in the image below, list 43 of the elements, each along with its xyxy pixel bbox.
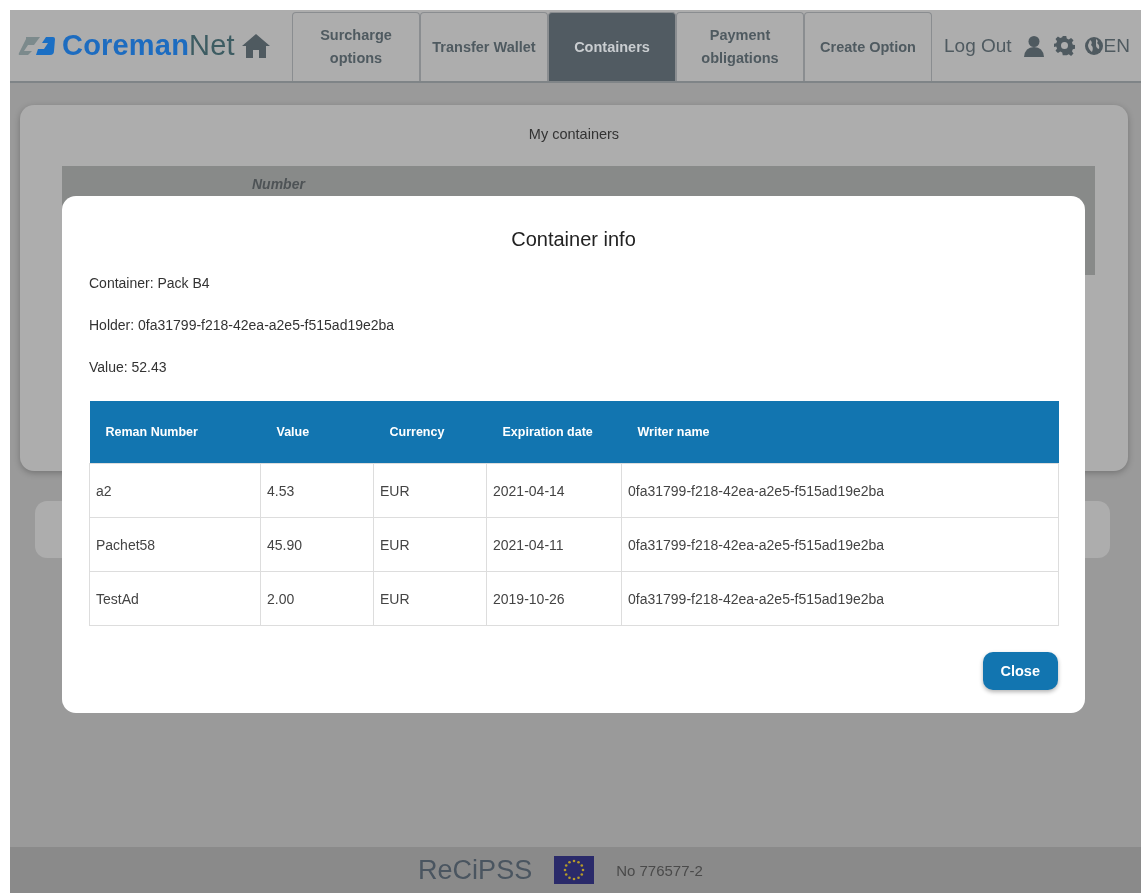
project-logo: ReCiPSS [418, 854, 533, 886]
brand-logo[interactable]: CoremanNet [62, 29, 235, 62]
info-line: Container: Pack B4 [89, 275, 211, 291]
column-header: Currency [373, 401, 487, 464]
table-cell: EUR [373, 463, 487, 518]
table-cell: 0fa31799-f218-42ea-a2e5-f515ad19e2ba [621, 571, 1059, 626]
nav-tab[interactable]: Surcharge options [292, 12, 420, 81]
nav-tab[interactable]: Transfer Wallet [420, 12, 548, 81]
settings-icon[interactable] [1053, 35, 1075, 56]
logo-icon [18, 34, 56, 57]
language-label[interactable]: EN [1103, 34, 1130, 57]
column-heading: Number [252, 176, 305, 192]
table-cell: 45.90 [260, 517, 374, 572]
globe-icon[interactable] [1083, 35, 1104, 56]
table-cell: 4.53 [260, 463, 374, 518]
card-title: My containers [528, 125, 620, 144]
table-cell: 2021-04-11 [486, 517, 622, 572]
table-cell: EUR [373, 517, 487, 572]
table-cell: 2019-10-26 [486, 571, 622, 626]
column-header: Reman Number [89, 401, 261, 464]
logout-link[interactable]: Log Out [944, 34, 1012, 57]
table-cell: 2.00 [260, 571, 374, 626]
column-header: Writer name [621, 401, 1059, 464]
grant-number: No 776577-2 [616, 861, 703, 879]
nav-tab[interactable]: Containers [548, 12, 676, 81]
column-header: Expiration date [486, 401, 622, 464]
close-button[interactable]: Close [982, 652, 1058, 690]
table-cell: EUR [373, 571, 487, 626]
nav-tab[interactable]: Create Option [804, 12, 932, 81]
eu-flag-icon [554, 856, 595, 884]
home-icon[interactable] [240, 32, 271, 59]
nav-tab[interactable]: Payment obligations [676, 12, 804, 81]
table-cell: a2 [89, 463, 261, 518]
info-line: Holder: 0fa31799-f218-42ea-a2e5-f515ad19e2ba [89, 317, 396, 333]
table-cell: 0fa31799-f218-42ea-a2e5-f515ad19e2ba [621, 517, 1059, 572]
column-header: Value [260, 401, 374, 464]
dialog-title: Container info [510, 228, 637, 251]
table-cell: 2021-04-14 [486, 463, 622, 518]
info-line: Value: 52.43 [89, 359, 168, 375]
user-icon[interactable] [1022, 34, 1045, 57]
table-cell: Pachet58 [89, 517, 261, 572]
table-cell: 0fa31799-f218-42ea-a2e5-f515ad19e2ba [621, 463, 1059, 518]
table-cell: TestAd [89, 571, 261, 626]
